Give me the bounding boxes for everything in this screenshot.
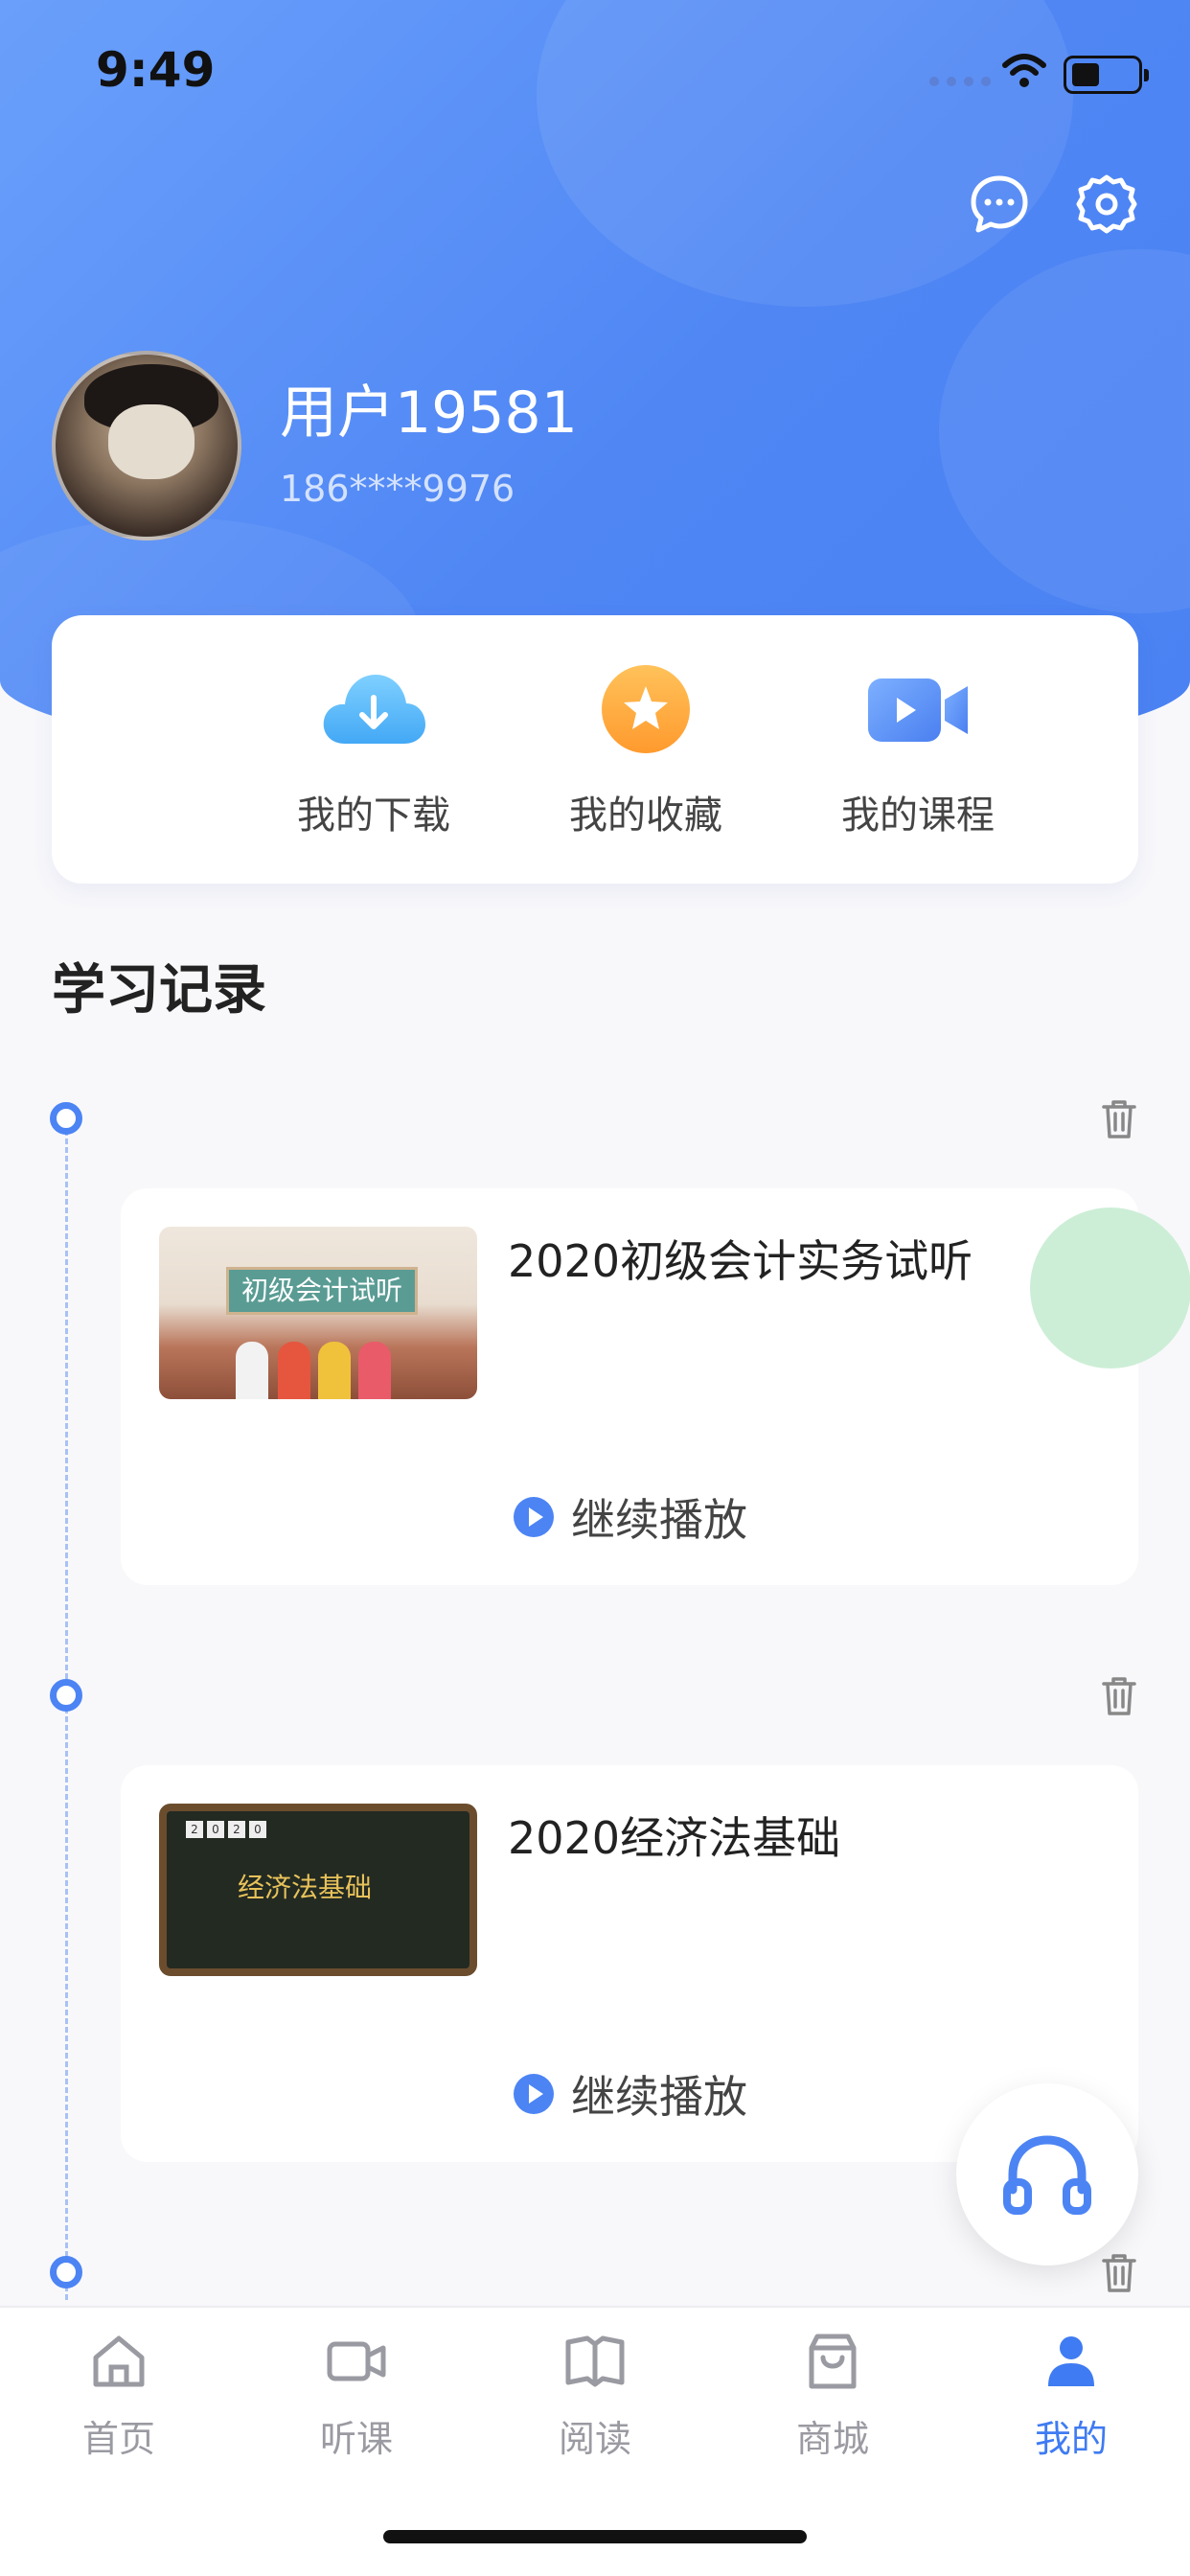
course-title: 2020经济法基础 bbox=[508, 1812, 841, 1864]
my-downloads-button[interactable]: 我的下载 bbox=[268, 661, 479, 840]
message-icon[interactable] bbox=[968, 172, 1031, 236]
play-icon bbox=[514, 1497, 554, 1537]
floating-touch-indicator bbox=[1030, 1208, 1190, 1368]
home-indicator[interactable] bbox=[383, 2530, 807, 2543]
timeline-dot bbox=[50, 2256, 82, 2288]
status-time: 9:49 bbox=[96, 42, 216, 98]
gear-icon[interactable] bbox=[1075, 172, 1138, 236]
audio-player-button[interactable] bbox=[956, 2083, 1138, 2266]
tab-label: 商城 bbox=[795, 2418, 869, 2460]
video-icon bbox=[327, 2341, 386, 2381]
cloud-download-icon bbox=[323, 675, 425, 744]
tab-mine[interactable]: 我的 bbox=[995, 2331, 1148, 2462]
tab-shop[interactable]: 商城 bbox=[756, 2331, 909, 2462]
home-icon bbox=[93, 2335, 145, 2387]
my-courses-button[interactable]: 我的课程 bbox=[812, 661, 1023, 840]
course-thumbnail[interactable]: 初级会计试听 bbox=[159, 1227, 477, 1399]
tab-label: 首页 bbox=[81, 2418, 155, 2460]
course-title: 2020初级会计实务试听 bbox=[508, 1235, 973, 1287]
play-icon bbox=[514, 2074, 554, 2114]
study-record-card[interactable]: 2020 经济法基础 2020经济法基础 继续播放 bbox=[121, 1765, 1138, 2162]
continue-play-button[interactable]: 继续播放 bbox=[514, 2062, 747, 2126]
battery-icon bbox=[1064, 56, 1149, 94]
cellular-signal-icon bbox=[929, 77, 991, 86]
username: 用户19581 bbox=[280, 380, 578, 447]
headphones-icon bbox=[1003, 2135, 1091, 2215]
study-record-card[interactable]: 初级会计试听 2020初级会计实务试听 继续播放 bbox=[121, 1188, 1138, 1585]
book-icon bbox=[565, 2335, 625, 2387]
continue-play-button[interactable]: 继续播放 bbox=[514, 1485, 747, 1549]
quick-link-label: 我的收藏 bbox=[569, 794, 722, 838]
tab-lessons[interactable]: 听课 bbox=[280, 2331, 433, 2462]
continue-play-label: 继续播放 bbox=[571, 1494, 747, 1546]
star-icon bbox=[602, 665, 690, 753]
quick-link-label: 我的课程 bbox=[841, 794, 995, 838]
timeline-dot bbox=[50, 1102, 82, 1135]
section-title: 学习记录 bbox=[52, 959, 266, 1022]
decor-blob bbox=[939, 249, 1190, 613]
shop-bag-icon bbox=[809, 2334, 857, 2389]
continue-play-label: 继续播放 bbox=[571, 2071, 747, 2123]
trash-icon[interactable] bbox=[1100, 2252, 1138, 2294]
tab-label: 阅读 bbox=[558, 2418, 631, 2460]
course-thumbnail[interactable]: 2020 经济法基础 bbox=[159, 1804, 477, 1976]
quick-links-card: 我的下载 我的收藏 我的课程 bbox=[52, 615, 1138, 884]
video-camera-icon bbox=[868, 678, 968, 742]
thumbnail-board-text: 经济法基础 bbox=[238, 1872, 373, 1903]
trash-icon[interactable] bbox=[1100, 1098, 1138, 1140]
status-bar: 9:49 bbox=[0, 0, 1190, 144]
phone-number: 186****9976 bbox=[280, 468, 515, 510]
tab-home[interactable]: 首页 bbox=[42, 2331, 195, 2462]
timeline-dot bbox=[50, 1679, 82, 1712]
tab-reading[interactable]: 阅读 bbox=[518, 2331, 672, 2462]
my-favorites-button[interactable]: 我的收藏 bbox=[540, 661, 751, 840]
tab-label: 我的 bbox=[1034, 2418, 1108, 2460]
tab-label: 听课 bbox=[319, 2418, 393, 2460]
thumbnail-board-text: 初级会计试听 bbox=[226, 1267, 418, 1315]
avatar[interactable] bbox=[52, 351, 241, 540]
wifi-icon bbox=[1002, 54, 1046, 87]
trash-icon[interactable] bbox=[1100, 1675, 1138, 1717]
quick-link-label: 我的下载 bbox=[297, 794, 450, 838]
profile-icon bbox=[1048, 2336, 1094, 2386]
